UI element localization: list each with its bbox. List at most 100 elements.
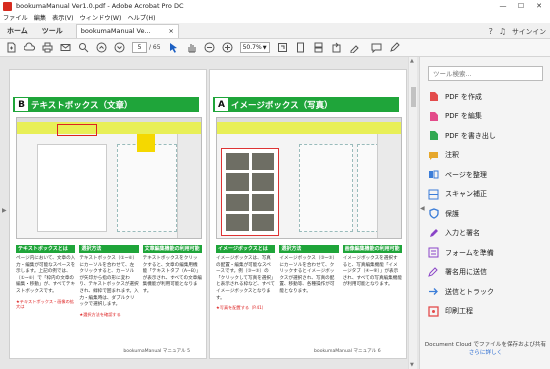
help-icon[interactable]: ? [489, 27, 493, 36]
learn-more-link[interactable]: さらに詳しく [420, 349, 550, 357]
column-body: イメージボックス（③~⑤）にカーソルを合わせて、クリックするとイメージボックスが… [279, 256, 338, 294]
section-letter: B [15, 98, 28, 111]
section-header: B テキストボックス（文章） [13, 97, 199, 112]
column-heading: 画像編集機能の利用可能に [342, 245, 402, 260]
tab-bar: ホーム ツール bookumaManual Ve... × ? ♫ サインイン [0, 23, 550, 39]
zoom-level-value: 50.7% [242, 44, 262, 51]
rotate-icon[interactable] [331, 42, 342, 53]
cloud-note-text: Document Cloud でファイルを保存および共有 [424, 342, 547, 348]
scan-icon [428, 189, 439, 200]
acrobat-app-icon [3, 1, 12, 11]
document-view[interactable]: ▶ B テキストボックス（文章） テキストボックスとは ページ内において、文章の… [0, 57, 419, 369]
toolbar: 5 / 65 50.7% ▼ [0, 39, 550, 57]
tool-item-label: ページを整理 [445, 170, 487, 179]
column-heading: 選択方法 [79, 245, 139, 253]
cloud-upload-icon[interactable] [24, 42, 35, 53]
tool-item[interactable]: 送信とトラック [428, 282, 548, 302]
page-footer: bookumaManual マニュアル 6 [314, 349, 381, 354]
right-panel-collapse-icon[interactable]: ◀ [420, 205, 425, 212]
notification-bell-icon[interactable]: ♫ [499, 27, 506, 36]
column-body: テキストボックスをクリックすると、文章の編集用機能「テキストタブ（A~B）」が表… [142, 256, 202, 294]
page-number-input[interactable]: 5 [132, 42, 147, 53]
zoom-out-icon[interactable] [204, 42, 215, 53]
tool-item[interactable]: 注釈 [428, 146, 548, 166]
menu-view[interactable]: 表示(V) [52, 13, 73, 22]
manual-screenshot [216, 117, 402, 239]
menu-help[interactable]: ヘルプ(H) [127, 13, 155, 22]
tool-item[interactable]: フォームを準備 [428, 243, 548, 263]
tool-item[interactable]: ページを整理 [428, 165, 548, 185]
hand-tool-icon[interactable] [186, 42, 197, 53]
create-pdf-icon [428, 91, 439, 102]
sign-in-link[interactable]: サインイン [512, 26, 546, 36]
column-body: イメージボックスは、写真の配置・編集が可能なスペースです。例（③~⑤）の「クリッ… [216, 256, 275, 301]
close-window-button[interactable]: ✕ [530, 0, 548, 12]
chevron-down-icon: ▼ [262, 44, 267, 51]
tool-item[interactable]: 保護 [428, 204, 548, 224]
menu-window[interactable]: ウィンドウ(W) [80, 13, 122, 22]
tool-item[interactable]: PDF を作成 [428, 87, 548, 107]
next-page-icon[interactable] [114, 42, 125, 53]
prepare-form-icon [428, 247, 439, 258]
column-note: ★テキストボックス・画像の拡大は [16, 298, 74, 310]
tool-item[interactable]: PDF を書き出し [428, 126, 548, 146]
menu-edit[interactable]: 編集 [34, 13, 46, 22]
tool-item-label: PDF を作成 [445, 92, 482, 101]
previous-page-icon[interactable] [96, 42, 107, 53]
fit-page-icon[interactable] [277, 42, 288, 53]
highlight-icon[interactable] [349, 42, 360, 53]
column-body: イメージボックスを選択すると、写真編集機能「イメージタブ（④~⑧）」が表示され、… [342, 256, 402, 288]
tab-tools[interactable]: ツール [35, 23, 70, 39]
print-production-icon [428, 306, 439, 317]
tool-search-input[interactable] [428, 66, 543, 81]
zoom-in-icon[interactable] [222, 42, 233, 53]
zoom-level-select[interactable]: 50.7% ▼ [239, 42, 270, 53]
scroll-mode-icon[interactable] [313, 42, 324, 53]
send-track-icon [428, 286, 439, 297]
tool-item[interactable]: 印刷工程 [428, 302, 548, 322]
document-tab-label: bookumaManual Ve... [80, 27, 151, 35]
tool-item-label: PDF を書き出し [445, 131, 496, 140]
tool-item[interactable]: PDF を編集 [428, 107, 548, 127]
tool-item-label: 保護 [445, 209, 459, 218]
menu-file[interactable]: ファイル [3, 13, 28, 22]
tool-item[interactable]: スキャン補正 [428, 185, 548, 205]
scroll-down-icon[interactable]: ▼ [410, 362, 414, 368]
scrollbar-thumb[interactable] [411, 87, 416, 107]
column-heading: イメージボックスとは [216, 245, 276, 253]
tab-home[interactable]: ホーム [0, 23, 35, 39]
tool-item-label: 入力と署名 [445, 229, 480, 238]
column-heading: テキストボックスとは [16, 245, 76, 253]
create-pdf-icon[interactable] [6, 42, 17, 53]
menu-bar: ファイル 編集 表示(V) ウィンドウ(W) ヘルプ(H) [0, 12, 550, 23]
search-icon[interactable] [78, 42, 89, 53]
minimize-button[interactable]: — [494, 0, 512, 12]
print-icon[interactable] [42, 42, 53, 53]
page-total: / 65 [149, 44, 161, 51]
tool-item-label: 署名用に送信 [445, 268, 487, 277]
select-cursor-icon[interactable] [168, 42, 179, 53]
document-scrollbar[interactable]: ▲ ▼ [408, 57, 417, 369]
left-panel-expand-icon[interactable]: ▶ [2, 207, 7, 214]
organize-pages-icon [428, 169, 439, 180]
pen-icon[interactable] [389, 42, 400, 53]
tool-item-label: 印刷工程 [445, 307, 473, 316]
tab-document[interactable]: bookumaManual Ve... × [75, 23, 179, 38]
page-fit-icon[interactable] [295, 42, 306, 53]
callout-box [137, 134, 155, 152]
column-note: ★写真を配置する（P.41） [216, 305, 266, 311]
tool-item-label: PDF を編集 [445, 112, 482, 121]
pdf-page-right: A イメージボックス（写真） イメージボックスとは イメージボックスは、写真の配… [209, 69, 407, 359]
maximize-button[interactable]: ☐ [512, 0, 530, 12]
manual-screenshot [16, 117, 202, 239]
close-tab-icon[interactable]: × [168, 27, 173, 35]
page-footer: bookumaManual マニュアル 5 [123, 349, 190, 354]
column-body: テキストボックス（①~⑥）にカーソルを合わせて、左クリックすると、カーソルが矢印… [79, 256, 139, 308]
tool-item[interactable]: 入力と署名 [428, 224, 548, 244]
tool-item[interactable]: 署名用に送信 [428, 263, 548, 283]
email-icon[interactable] [60, 42, 71, 53]
cloud-note: Document Cloud でファイルを保存および共有 さらに詳しく [420, 341, 550, 357]
comment-icon[interactable] [371, 42, 382, 53]
scroll-up-icon[interactable]: ▲ [410, 58, 414, 64]
tools-list: PDF を作成 PDF を編集 PDF を書き出し注釈ページを整理スキャン補正保護入… [428, 87, 548, 321]
